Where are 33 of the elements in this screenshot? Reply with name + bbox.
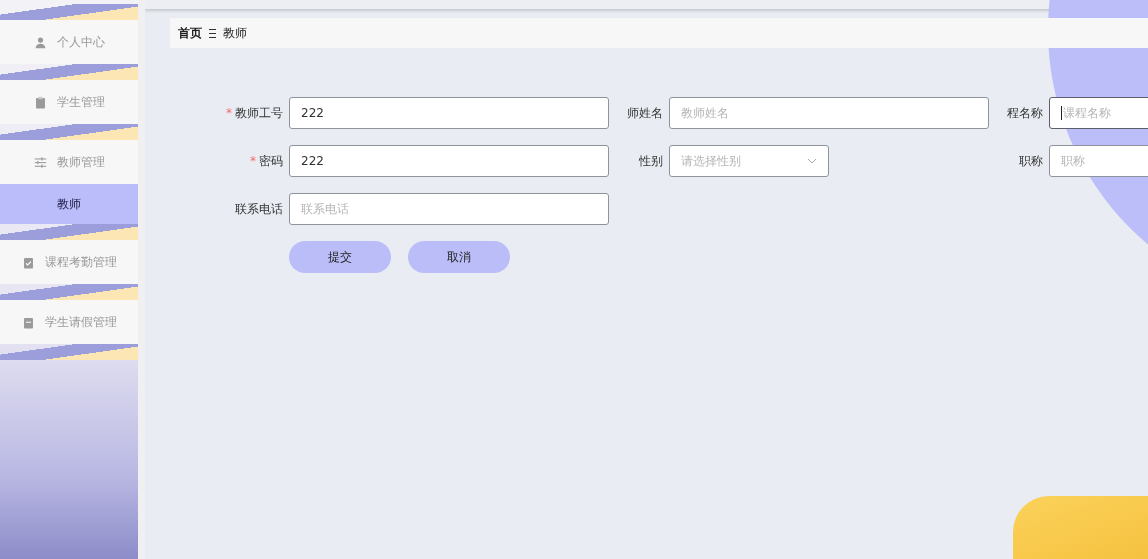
field-label: 职称: [1018, 152, 1043, 170]
input-field[interactable]: 教师姓名: [669, 97, 989, 129]
required-mark: *: [250, 153, 256, 168]
sliders-icon: [33, 155, 47, 169]
field-label: * 密码: [249, 152, 283, 170]
input-field[interactable]: 职称: [1049, 145, 1148, 177]
submit-button[interactable]: 提交: [289, 241, 391, 273]
clipboard-icon: [21, 315, 35, 329]
field-label: * 教师工号: [225, 104, 283, 122]
sidebar-item[interactable]: 课程考勤管理: [0, 240, 138, 284]
sidebar-item[interactable]: 教师管理: [0, 140, 138, 184]
input-field[interactable]: 课程名称: [1049, 97, 1148, 129]
sidebar-item[interactable]: 学生管理: [0, 80, 138, 124]
sidebar-item[interactable]: 个人中心: [0, 20, 138, 64]
clipboard-check-icon: [21, 255, 35, 269]
person-icon: [33, 35, 47, 49]
chevron-down-icon: [807, 158, 817, 164]
breadcrumb-link[interactable]: 首页: [178, 24, 202, 42]
input-field[interactable]: 联系电话: [289, 193, 609, 225]
select-field[interactable]: 请选择性别: [669, 145, 829, 177]
field-label: 性别: [638, 152, 663, 170]
field-label: 师姓名: [626, 104, 663, 122]
breadcrumb-link[interactable]: 教师: [223, 24, 247, 42]
sidebar-subitem[interactable]: 教师: [0, 184, 138, 224]
input-field[interactable]: 222: [289, 145, 609, 177]
cancel-button[interactable]: 取消: [408, 241, 510, 273]
separator-icon: [209, 28, 216, 38]
sidebar-item[interactable]: 学生请假管理: [0, 300, 138, 344]
clipboard-icon: [33, 95, 47, 109]
field-label: 程名称: [1006, 104, 1043, 122]
field-label: 联系电话: [234, 200, 283, 218]
required-mark: *: [226, 105, 232, 120]
input-field[interactable]: 222: [289, 97, 609, 129]
